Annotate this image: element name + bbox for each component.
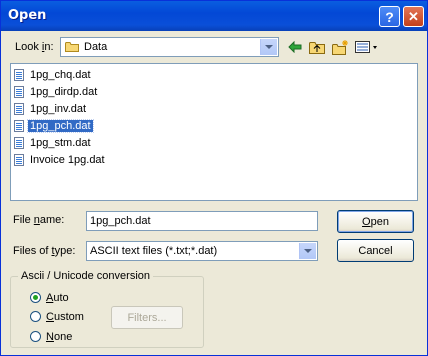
help-icon: ?	[385, 8, 394, 25]
none-radio[interactable]	[30, 331, 41, 342]
file-item-selected[interactable]: 1pg_pch.dat	[14, 118, 94, 134]
file-name-field[interactable]: 1pg_pch.dat	[86, 211, 318, 231]
chevron-down-icon	[304, 249, 312, 253]
file-item[interactable]: Invoice 1pg.dat	[14, 152, 107, 168]
open-dialog: Open ? ✕ Look in: Data 1pg_chq.dat 1pg_d…	[0, 0, 428, 356]
file-type-combo[interactable]: ASCII text files (*.txt;*.dat)	[86, 241, 318, 261]
file-type-value: ASCII text files (*.txt;*.dat)	[90, 245, 218, 257]
custom-radio[interactable]	[30, 311, 41, 322]
close-icon: ✕	[408, 8, 419, 24]
file-item[interactable]: 1pg_stm.dat	[14, 135, 93, 151]
file-type-label: Files of type:	[13, 245, 76, 257]
look-in-dropdown-arrow[interactable]	[260, 39, 277, 55]
filters-button[interactable]: Filters...	[111, 306, 183, 329]
close-button[interactable]: ✕	[403, 6, 424, 27]
file-item[interactable]: 1pg_chq.dat	[14, 67, 93, 83]
file-icon	[14, 137, 24, 149]
title-bar[interactable]: Open ? ✕	[1, 1, 427, 31]
file-icon	[14, 69, 24, 81]
look-in-value: Data	[84, 41, 108, 53]
look-in-label: Look in:	[15, 41, 54, 53]
folder-icon	[65, 41, 79, 52]
custom-radio-label[interactable]: Custom	[46, 311, 84, 323]
file-name-value: 1pg_pch.dat	[90, 215, 151, 227]
view-menu-icon[interactable]	[355, 39, 379, 55]
chevron-down-icon	[265, 45, 273, 49]
file-name-label: File name:	[13, 214, 65, 226]
file-list[interactable]: 1pg_chq.dat 1pg_dirdp.dat 1pg_inv.dat 1p…	[10, 63, 418, 201]
file-item[interactable]: 1pg_inv.dat	[14, 101, 88, 117]
new-folder-icon[interactable]	[332, 39, 348, 55]
auto-radio[interactable]	[30, 292, 41, 303]
file-icon	[14, 103, 24, 115]
conversion-legend: Ascii / Unicode conversion	[18, 270, 154, 282]
up-folder-icon[interactable]	[309, 39, 325, 55]
look-in-combo[interactable]: Data	[60, 37, 279, 57]
file-type-dropdown-arrow[interactable]	[299, 243, 316, 259]
file-item[interactable]: 1pg_dirdp.dat	[14, 84, 99, 100]
cancel-button[interactable]: Cancel	[337, 239, 414, 262]
open-button[interactable]: Open	[337, 210, 414, 233]
file-icon	[14, 154, 24, 166]
back-arrow-icon[interactable]	[287, 39, 303, 55]
auto-radio-label[interactable]: Auto	[46, 292, 69, 304]
help-button[interactable]: ?	[379, 6, 400, 27]
file-icon	[14, 120, 24, 132]
file-icon	[14, 86, 24, 98]
none-radio-label[interactable]: None	[46, 331, 72, 343]
dialog-title: Open	[8, 8, 47, 23]
